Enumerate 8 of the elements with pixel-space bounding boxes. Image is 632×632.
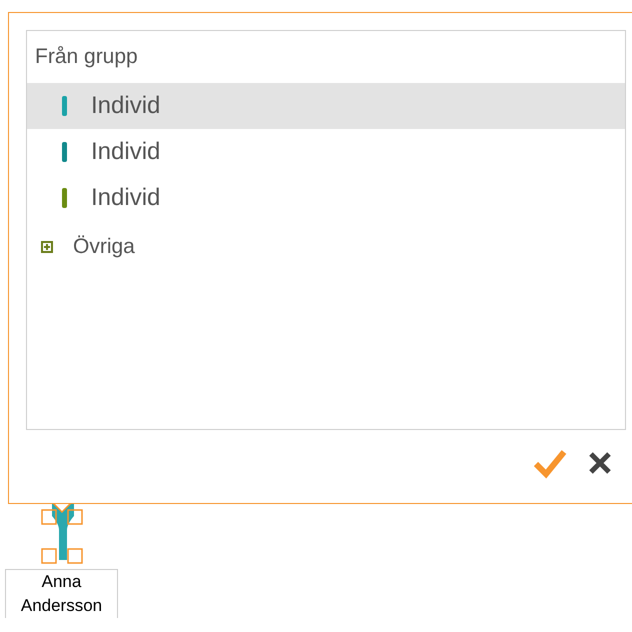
- close-icon[interactable]: [588, 451, 612, 475]
- list-item[interactable]: Individ: [27, 175, 625, 221]
- list-item[interactable]: Individ: [27, 83, 625, 129]
- node-label: Anna Andersson: [5, 569, 118, 618]
- expand-icon[interactable]: [41, 241, 53, 253]
- group-label[interactable]: Övriga: [73, 231, 135, 263]
- list-item[interactable]: Individ: [27, 129, 625, 175]
- list-header: Från grupp: [34, 44, 139, 70]
